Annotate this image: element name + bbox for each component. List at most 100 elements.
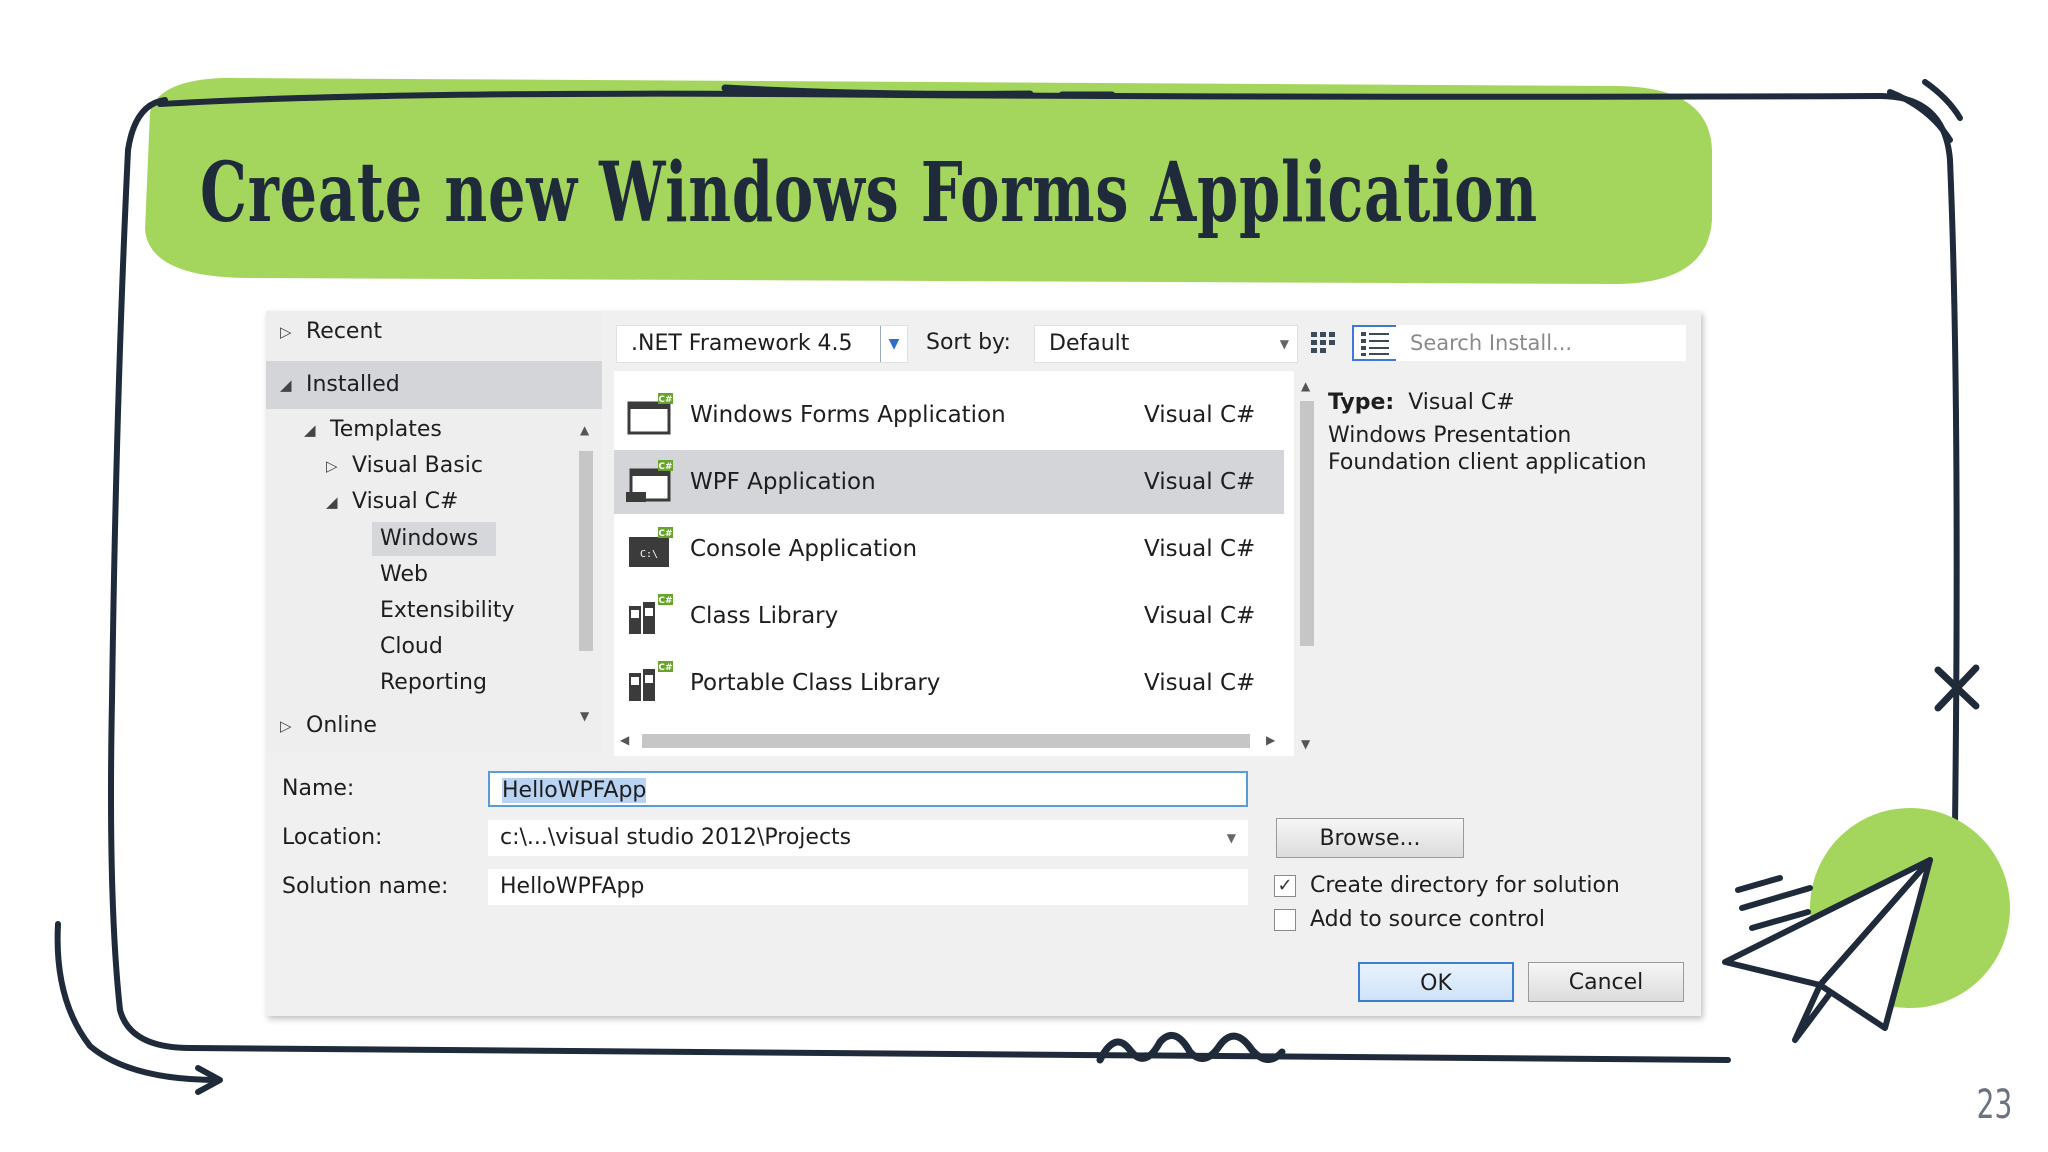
tree-item-label: Web bbox=[380, 562, 428, 587]
description-text: Windows Presentation Foundation client a… bbox=[1328, 423, 1647, 475]
tree-item-label: Reporting bbox=[380, 670, 487, 695]
scroll-up-arrow-icon[interactable]: ▲ bbox=[1301, 379, 1310, 393]
collapse-arrow-icon: ◢ bbox=[304, 421, 316, 439]
template-language: Visual C# bbox=[1144, 469, 1256, 495]
checkmark-icon: ✓ bbox=[1274, 874, 1296, 897]
tree-item-label: Windows bbox=[380, 526, 479, 551]
tree-item-label: Visual C# bbox=[352, 489, 459, 514]
template-name: Console Application bbox=[690, 536, 918, 562]
scrollbar-thumb[interactable] bbox=[642, 734, 1250, 748]
slide-title: Create new Windows Forms Application bbox=[200, 145, 1538, 241]
tree-item-label: Templates bbox=[330, 417, 442, 442]
collapse-arrow-icon: ◢ bbox=[280, 376, 292, 394]
tree-item-visual-csharp[interactable]: ◢ Visual C# bbox=[326, 487, 458, 517]
scrollbar-thumb[interactable] bbox=[579, 451, 593, 651]
svg-text:C#: C# bbox=[658, 462, 672, 472]
tree-item-templates[interactable]: ◢ Templates bbox=[304, 415, 442, 445]
tree-item-online[interactable]: ▷ Online bbox=[280, 711, 377, 741]
name-value: HelloWPFApp bbox=[502, 778, 647, 803]
svg-text:C#: C# bbox=[658, 395, 672, 405]
tree-item-recent[interactable]: ▷ Recent bbox=[280, 317, 382, 347]
template-language: Visual C# bbox=[1144, 402, 1256, 428]
chevron-down-icon[interactable]: ▼ bbox=[880, 326, 907, 362]
location-label: Location: bbox=[282, 825, 383, 850]
tree-item-label: Visual Basic bbox=[352, 453, 483, 478]
template-language: Visual C# bbox=[1144, 670, 1256, 696]
tree-item-label: Online bbox=[306, 713, 377, 738]
tree-item-visual-basic[interactable]: ▷ Visual Basic bbox=[326, 451, 483, 481]
scroll-right-arrow-icon[interactable]: ▶ bbox=[1266, 733, 1275, 747]
expand-arrow-icon: ▷ bbox=[280, 323, 292, 341]
tree-item-label: Recent bbox=[306, 319, 383, 344]
template-language: Visual C# bbox=[1144, 536, 1256, 562]
scrollbar-thumb[interactable] bbox=[1300, 401, 1314, 646]
tree-item-cloud[interactable]: Cloud bbox=[380, 632, 443, 662]
tree-item-web[interactable]: Web bbox=[380, 560, 428, 590]
tree-scrollbar[interactable]: ▲ ▼ bbox=[576, 421, 596, 726]
class-library-icon: C# bbox=[629, 594, 673, 634]
template-row-selected[interactable]: C# WPF Application Visual C# bbox=[614, 450, 1284, 514]
source-control-checkbox[interactable]: Add to source control bbox=[1274, 907, 1545, 932]
template-toolbar: .NET Framework 4.5 ▼ Sort by: Default ▼ bbox=[614, 325, 1694, 363]
svg-text:C:\: C:\ bbox=[640, 549, 658, 560]
sort-dropdown[interactable]: Default ▼ bbox=[1034, 325, 1298, 363]
template-tree-panel: ▷ Recent ◢ Installed ◢ Templates ▷ Visua… bbox=[266, 311, 602, 753]
console-icon: C:\ C# bbox=[629, 527, 673, 567]
svg-text:C#: C# bbox=[658, 663, 672, 673]
cancel-button[interactable]: Cancel bbox=[1528, 962, 1684, 1002]
template-name: WPF Application bbox=[690, 469, 876, 495]
solution-value: HelloWPFApp bbox=[500, 874, 645, 899]
template-row[interactable]: C# Class Library Visual C# bbox=[614, 584, 1284, 648]
grid-view-icon bbox=[1311, 332, 1335, 353]
location-combobox[interactable]: c:\...\visual studio 2012\Projects ▼ bbox=[488, 820, 1248, 856]
template-row[interactable]: C:\ C# Console Application Visual C# bbox=[614, 517, 1284, 581]
small-icons-view-button[interactable] bbox=[1304, 325, 1344, 361]
expand-arrow-icon: ▷ bbox=[326, 457, 338, 475]
details-view-button[interactable] bbox=[1352, 325, 1398, 361]
search-installed-input[interactable]: Search Install... bbox=[1396, 325, 1686, 361]
search-placeholder: Search Install... bbox=[1410, 331, 1573, 355]
template-list-hscrollbar[interactable]: ◀ ▶ bbox=[616, 731, 1286, 751]
browse-button[interactable]: Browse... bbox=[1276, 818, 1464, 858]
template-list-scrollbar[interactable]: ▲ ▼ bbox=[1296, 379, 1318, 751]
scroll-down-arrow-icon[interactable]: ▼ bbox=[1301, 737, 1310, 751]
framework-dropdown[interactable]: .NET Framework 4.5 ▼ bbox=[616, 325, 908, 363]
ok-button[interactable]: OK bbox=[1358, 962, 1514, 1002]
solution-name-label: Solution name: bbox=[282, 874, 449, 899]
tree-item-windows[interactable]: Windows bbox=[380, 524, 478, 554]
scroll-down-arrow-icon[interactable]: ▼ bbox=[580, 709, 589, 723]
scroll-up-arrow-icon[interactable]: ▲ bbox=[580, 423, 589, 437]
template-name: Class Library bbox=[690, 603, 839, 629]
project-name-input[interactable]: HelloWPFApp bbox=[488, 771, 1248, 807]
winforms-icon: C# bbox=[627, 393, 673, 435]
tree-item-reporting[interactable]: Reporting bbox=[380, 668, 487, 698]
create-directory-checkbox[interactable]: ✓ Create directory for solution bbox=[1274, 873, 1620, 898]
tree-item-installed[interactable]: ◢ Installed bbox=[280, 370, 400, 400]
chevron-down-icon[interactable]: ▼ bbox=[1227, 820, 1236, 856]
svg-text:C#: C# bbox=[658, 596, 672, 606]
tree-item-label: Extensibility bbox=[380, 598, 515, 623]
svg-text:C#: C# bbox=[658, 529, 672, 539]
unchecked-box-icon bbox=[1274, 908, 1296, 931]
chevron-down-icon: ▼ bbox=[1279, 337, 1289, 351]
tree-item-label: Installed bbox=[306, 372, 400, 397]
template-list: C# Windows Forms Application Visual C# C… bbox=[614, 371, 1294, 756]
tree-item-extensibility[interactable]: Extensibility bbox=[380, 596, 515, 626]
solution-name-input[interactable]: HelloWPFApp bbox=[488, 869, 1248, 905]
page-number: 23 bbox=[1976, 1082, 2013, 1128]
checkbox-label: Create directory for solution bbox=[1310, 873, 1620, 898]
tree-item-label: Cloud bbox=[380, 634, 443, 659]
template-row[interactable]: C# Portable Class Library Visual C# bbox=[614, 651, 1284, 715]
sort-by-label: Sort by: bbox=[926, 330, 1011, 355]
framework-value: .NET Framework 4.5 bbox=[631, 331, 853, 356]
template-name: Windows Forms Application bbox=[690, 402, 1006, 428]
new-project-dialog: ▷ Recent ◢ Installed ◢ Templates ▷ Visua… bbox=[266, 311, 1701, 1016]
location-value: c:\...\visual studio 2012\Projects bbox=[500, 825, 852, 850]
scroll-left-arrow-icon[interactable]: ◀ bbox=[620, 733, 629, 747]
template-row[interactable]: C# Windows Forms Application Visual C# bbox=[614, 383, 1284, 447]
template-description: Type: Visual C# Windows Presentation Fou… bbox=[1328, 389, 1688, 476]
name-label: Name: bbox=[282, 776, 355, 801]
portable-library-icon: C# bbox=[629, 661, 673, 701]
template-name: Portable Class Library bbox=[690, 670, 941, 696]
sort-value: Default bbox=[1049, 331, 1130, 356]
